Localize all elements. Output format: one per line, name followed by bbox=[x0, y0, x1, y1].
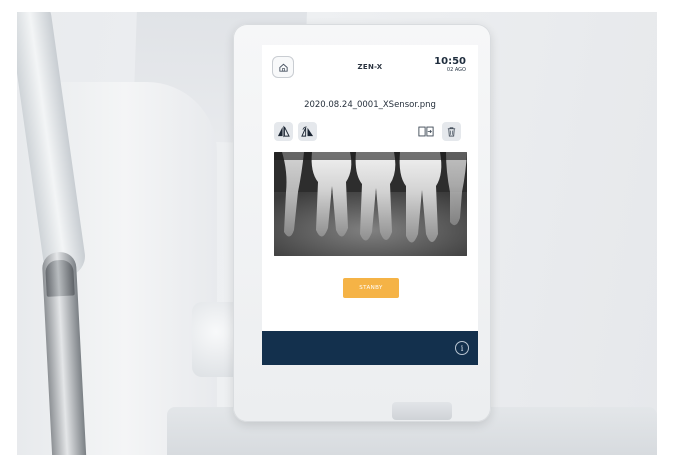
export-button[interactable] bbox=[416, 122, 435, 141]
footer-bar: i bbox=[262, 331, 478, 365]
info-button[interactable]: i bbox=[455, 341, 469, 355]
flip-horizontal-button[interactable] bbox=[274, 122, 293, 141]
device-mount bbox=[392, 402, 452, 420]
xray-image[interactable] bbox=[274, 152, 467, 256]
flip-vertical-button[interactable] bbox=[298, 122, 317, 141]
clock: 10:50 02 AGO bbox=[434, 56, 466, 74]
info-icon: i bbox=[460, 343, 464, 353]
flip-vertical-icon bbox=[301, 126, 314, 137]
export-icon bbox=[417, 126, 434, 137]
image-filename: 2020.08.24_0001_XSensor.png bbox=[304, 100, 436, 110]
flip-horizontal-icon bbox=[277, 125, 290, 138]
clock-date: 02 AGO bbox=[446, 67, 466, 73]
delete-button[interactable] bbox=[442, 122, 461, 141]
clock-time: 10:50 bbox=[434, 56, 466, 67]
xray-radiograph bbox=[274, 152, 467, 256]
touchscreen-display: ZEN-X 10:50 02 AGO 2020.08.24_0001_XSens… bbox=[262, 45, 478, 365]
standby-button[interactable]: STANBY bbox=[343, 278, 399, 298]
trash-icon bbox=[447, 127, 456, 137]
